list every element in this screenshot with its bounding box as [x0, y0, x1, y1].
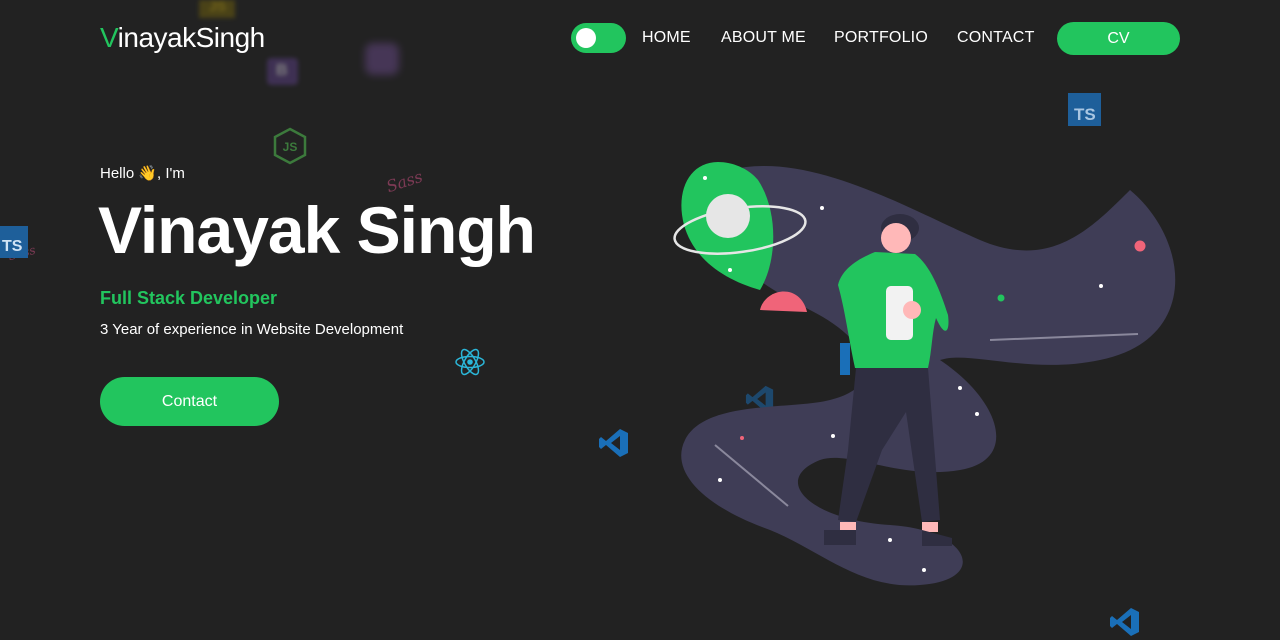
star-shape: [703, 176, 707, 180]
person-head-shape: [881, 223, 911, 253]
cv-button[interactable]: CV: [1057, 22, 1180, 55]
device-edge-shape: [840, 343, 850, 375]
star-shape: [820, 206, 824, 210]
site-logo[interactable]: VinayakSingh: [100, 22, 265, 54]
logo-initial: V: [100, 22, 118, 53]
nav-home-link[interactable]: HOME: [642, 29, 691, 47]
person-hand-shape: [903, 301, 921, 319]
javascript-icon-label: JS: [209, 0, 227, 14]
star-shape: [831, 434, 835, 438]
blurred-app-icon: [365, 43, 399, 75]
star-shape: [922, 568, 926, 572]
phone-dot-shape: [926, 307, 932, 313]
star-shape: [975, 412, 979, 416]
star-shape: [888, 538, 892, 542]
toggle-knob: [576, 28, 596, 48]
bootstrap-icon-label: B: [276, 62, 288, 79]
theme-toggle[interactable]: [571, 23, 626, 53]
star-shape: [728, 268, 732, 272]
typescript-icon-right: TS: [1068, 93, 1101, 126]
person-ankle-right: [922, 522, 938, 532]
javascript-icon: JS: [199, 0, 235, 18]
hero-name: Vinayak Singh: [98, 193, 536, 267]
nodejs-icon: JS: [273, 127, 307, 165]
person-shoe-left: [824, 530, 856, 545]
nav-about-link[interactable]: ABOUT ME: [721, 29, 806, 47]
hero-greeting: Hello 👋, I'm: [100, 165, 185, 182]
star-shape: [958, 386, 962, 390]
pink-star-shape: [740, 436, 744, 440]
nodejs-icon-label: JS: [283, 140, 298, 154]
developer-illustration: [673, 162, 1176, 586]
person-shoe-right: [922, 530, 952, 546]
nav-contact-link[interactable]: CONTACT: [957, 29, 1035, 47]
green-dot-shape: [997, 294, 1005, 302]
white-moon-shape: [706, 194, 750, 238]
logo-text: inayakSingh: [117, 22, 266, 53]
nav-portfolio-link[interactable]: PORTFOLIO: [834, 29, 928, 47]
react-icon: [455, 348, 485, 376]
bootstrap-icon: B: [267, 58, 298, 85]
hero-description: 3 Year of experience in Website Developm…: [100, 321, 404, 338]
star-shape: [1099, 284, 1103, 288]
hero-role: Full Stack Developer: [100, 288, 278, 308]
pink-dot-shape: [1134, 240, 1146, 252]
star-shape: [718, 478, 722, 482]
top-navbar: VinayakSingh HOME ABOUT ME PORTFOLIO CON…: [0, 0, 1280, 78]
vscode-icon: [599, 429, 628, 457]
typescript-icon-right-label: TS: [1074, 105, 1096, 124]
vscode-icon-bottom: [1110, 608, 1139, 636]
typescript-icon-left-label: TS: [2, 238, 23, 255]
typescript-icon-left: TS: [0, 226, 28, 258]
contact-button[interactable]: Contact: [100, 377, 279, 426]
